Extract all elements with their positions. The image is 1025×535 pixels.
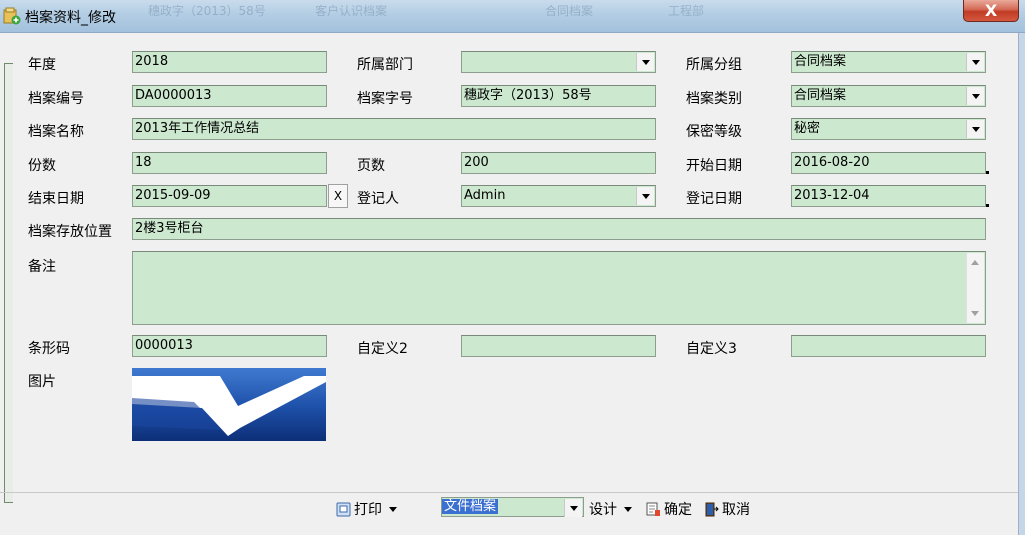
archive-no-label: 档案编号 (28, 91, 84, 107)
chevron-down-icon[interactable] (966, 87, 984, 105)
registrant-select[interactable]: Admin (461, 185, 656, 207)
remarks-scrollbar[interactable] (966, 253, 984, 323)
chevron-down-icon[interactable] (624, 506, 632, 512)
archive-image[interactable] (132, 368, 326, 441)
confirm-icon (646, 502, 660, 516)
cancel-button[interactable]: 取消 (704, 499, 750, 519)
group-select[interactable]: 合同档案 (791, 51, 986, 73)
confirm-button[interactable]: 确定 (646, 499, 692, 519)
custom2-field[interactable] (461, 335, 656, 357)
design-button[interactable]: 设计 (589, 499, 632, 519)
template-value: 文件档案 (442, 499, 499, 514)
secrecy-value: 秘密 (794, 121, 821, 136)
chevron-down-icon[interactable] (636, 53, 654, 71)
copies-label: 份数 (28, 158, 56, 174)
start-date-label: 开始日期 (686, 158, 742, 174)
chevron-down-icon[interactable] (564, 499, 582, 517)
chevron-down-icon[interactable] (389, 506, 397, 512)
department-select[interactable] (461, 51, 656, 73)
register-date-label: 登记日期 (686, 191, 742, 207)
end-date-field[interactable]: 2015-09-09 (132, 185, 327, 207)
archive-code-field[interactable]: 穗政字（2013）58号 (461, 85, 656, 107)
background-text: 合同档案 (545, 4, 594, 18)
secrecy-label: 保密等级 (686, 124, 742, 140)
archive-no-field[interactable]: DA0000013 (132, 85, 327, 107)
custom3-field[interactable] (791, 335, 986, 357)
background-text: 客户认识档案 (315, 4, 388, 18)
exit-door-icon (705, 502, 719, 516)
category-label: 档案类别 (686, 91, 742, 107)
chevron-down-icon[interactable] (966, 53, 984, 71)
department-label: 所属部门 (357, 57, 413, 73)
custom3-label: 自定义3 (686, 341, 737, 357)
left-frame (0, 33, 14, 503)
resize-mark (986, 171, 989, 174)
window-title: 档案资料_修改 (25, 10, 116, 26)
app-icon (3, 7, 21, 25)
chevron-down-icon[interactable] (966, 120, 984, 138)
location-label: 档案存放位置 (28, 224, 112, 240)
archive-code-label: 档案字号 (357, 91, 413, 107)
print-button[interactable]: 打印 (336, 499, 397, 519)
registrant-value: Admin (464, 188, 506, 203)
background-text: 穗政字（2013）58号 (148, 4, 266, 18)
scroll-up-icon[interactable] (971, 260, 979, 265)
title-bar[interactable]: 档案资料_修改 穗政字（2013）58号 客户认识档案 合同档案 工程部 X (0, 0, 1025, 33)
clear-date-button[interactable]: X (328, 184, 348, 208)
secrecy-select[interactable]: 秘密 (791, 118, 986, 140)
logo-image (132, 368, 326, 441)
archive-name-field[interactable]: 2013年工作情况总结 (132, 118, 656, 140)
year-field[interactable]: 2018 (132, 51, 327, 73)
print-icon (336, 502, 351, 516)
image-label: 图片 (28, 374, 56, 390)
right-frame (1018, 33, 1025, 535)
registrant-label: 登记人 (357, 191, 399, 207)
chevron-down-icon[interactable] (636, 187, 654, 205)
pages-field[interactable]: 200 (461, 152, 656, 174)
cancel-label: 取消 (722, 502, 750, 518)
remarks-label: 备注 (28, 259, 56, 275)
custom2-label: 自定义2 (357, 341, 408, 357)
remarks-textarea[interactable] (132, 251, 986, 325)
background-text: 工程部 (668, 4, 705, 18)
start-date-field[interactable]: 2016-08-20 (791, 152, 986, 174)
scroll-down-icon[interactable] (971, 311, 979, 316)
template-select[interactable]: 文件档案 (441, 497, 584, 517)
location-field[interactable]: 2楼3号柜台 (132, 218, 986, 240)
group-label: 所属分组 (686, 57, 742, 73)
copies-field[interactable]: 18 (132, 152, 327, 174)
close-button[interactable]: X (963, 0, 1019, 22)
design-label: 设计 (589, 502, 617, 518)
divider (0, 492, 1018, 493)
pages-label: 页数 (357, 158, 385, 174)
archive-name-label: 档案名称 (28, 124, 84, 140)
close-icon: X (984, 1, 998, 20)
register-date-field[interactable]: 2013-12-04 (791, 185, 986, 207)
end-date-label: 结束日期 (28, 191, 84, 207)
resize-mark (986, 204, 989, 207)
group-value: 合同档案 (794, 54, 847, 69)
category-value: 合同档案 (794, 88, 847, 103)
print-label: 打印 (354, 502, 382, 518)
barcode-label: 条形码 (28, 341, 70, 357)
barcode-field[interactable]: 0000013 (132, 335, 327, 357)
category-select[interactable]: 合同档案 (791, 85, 986, 107)
year-label: 年度 (28, 57, 56, 73)
confirm-label: 确定 (664, 502, 692, 518)
